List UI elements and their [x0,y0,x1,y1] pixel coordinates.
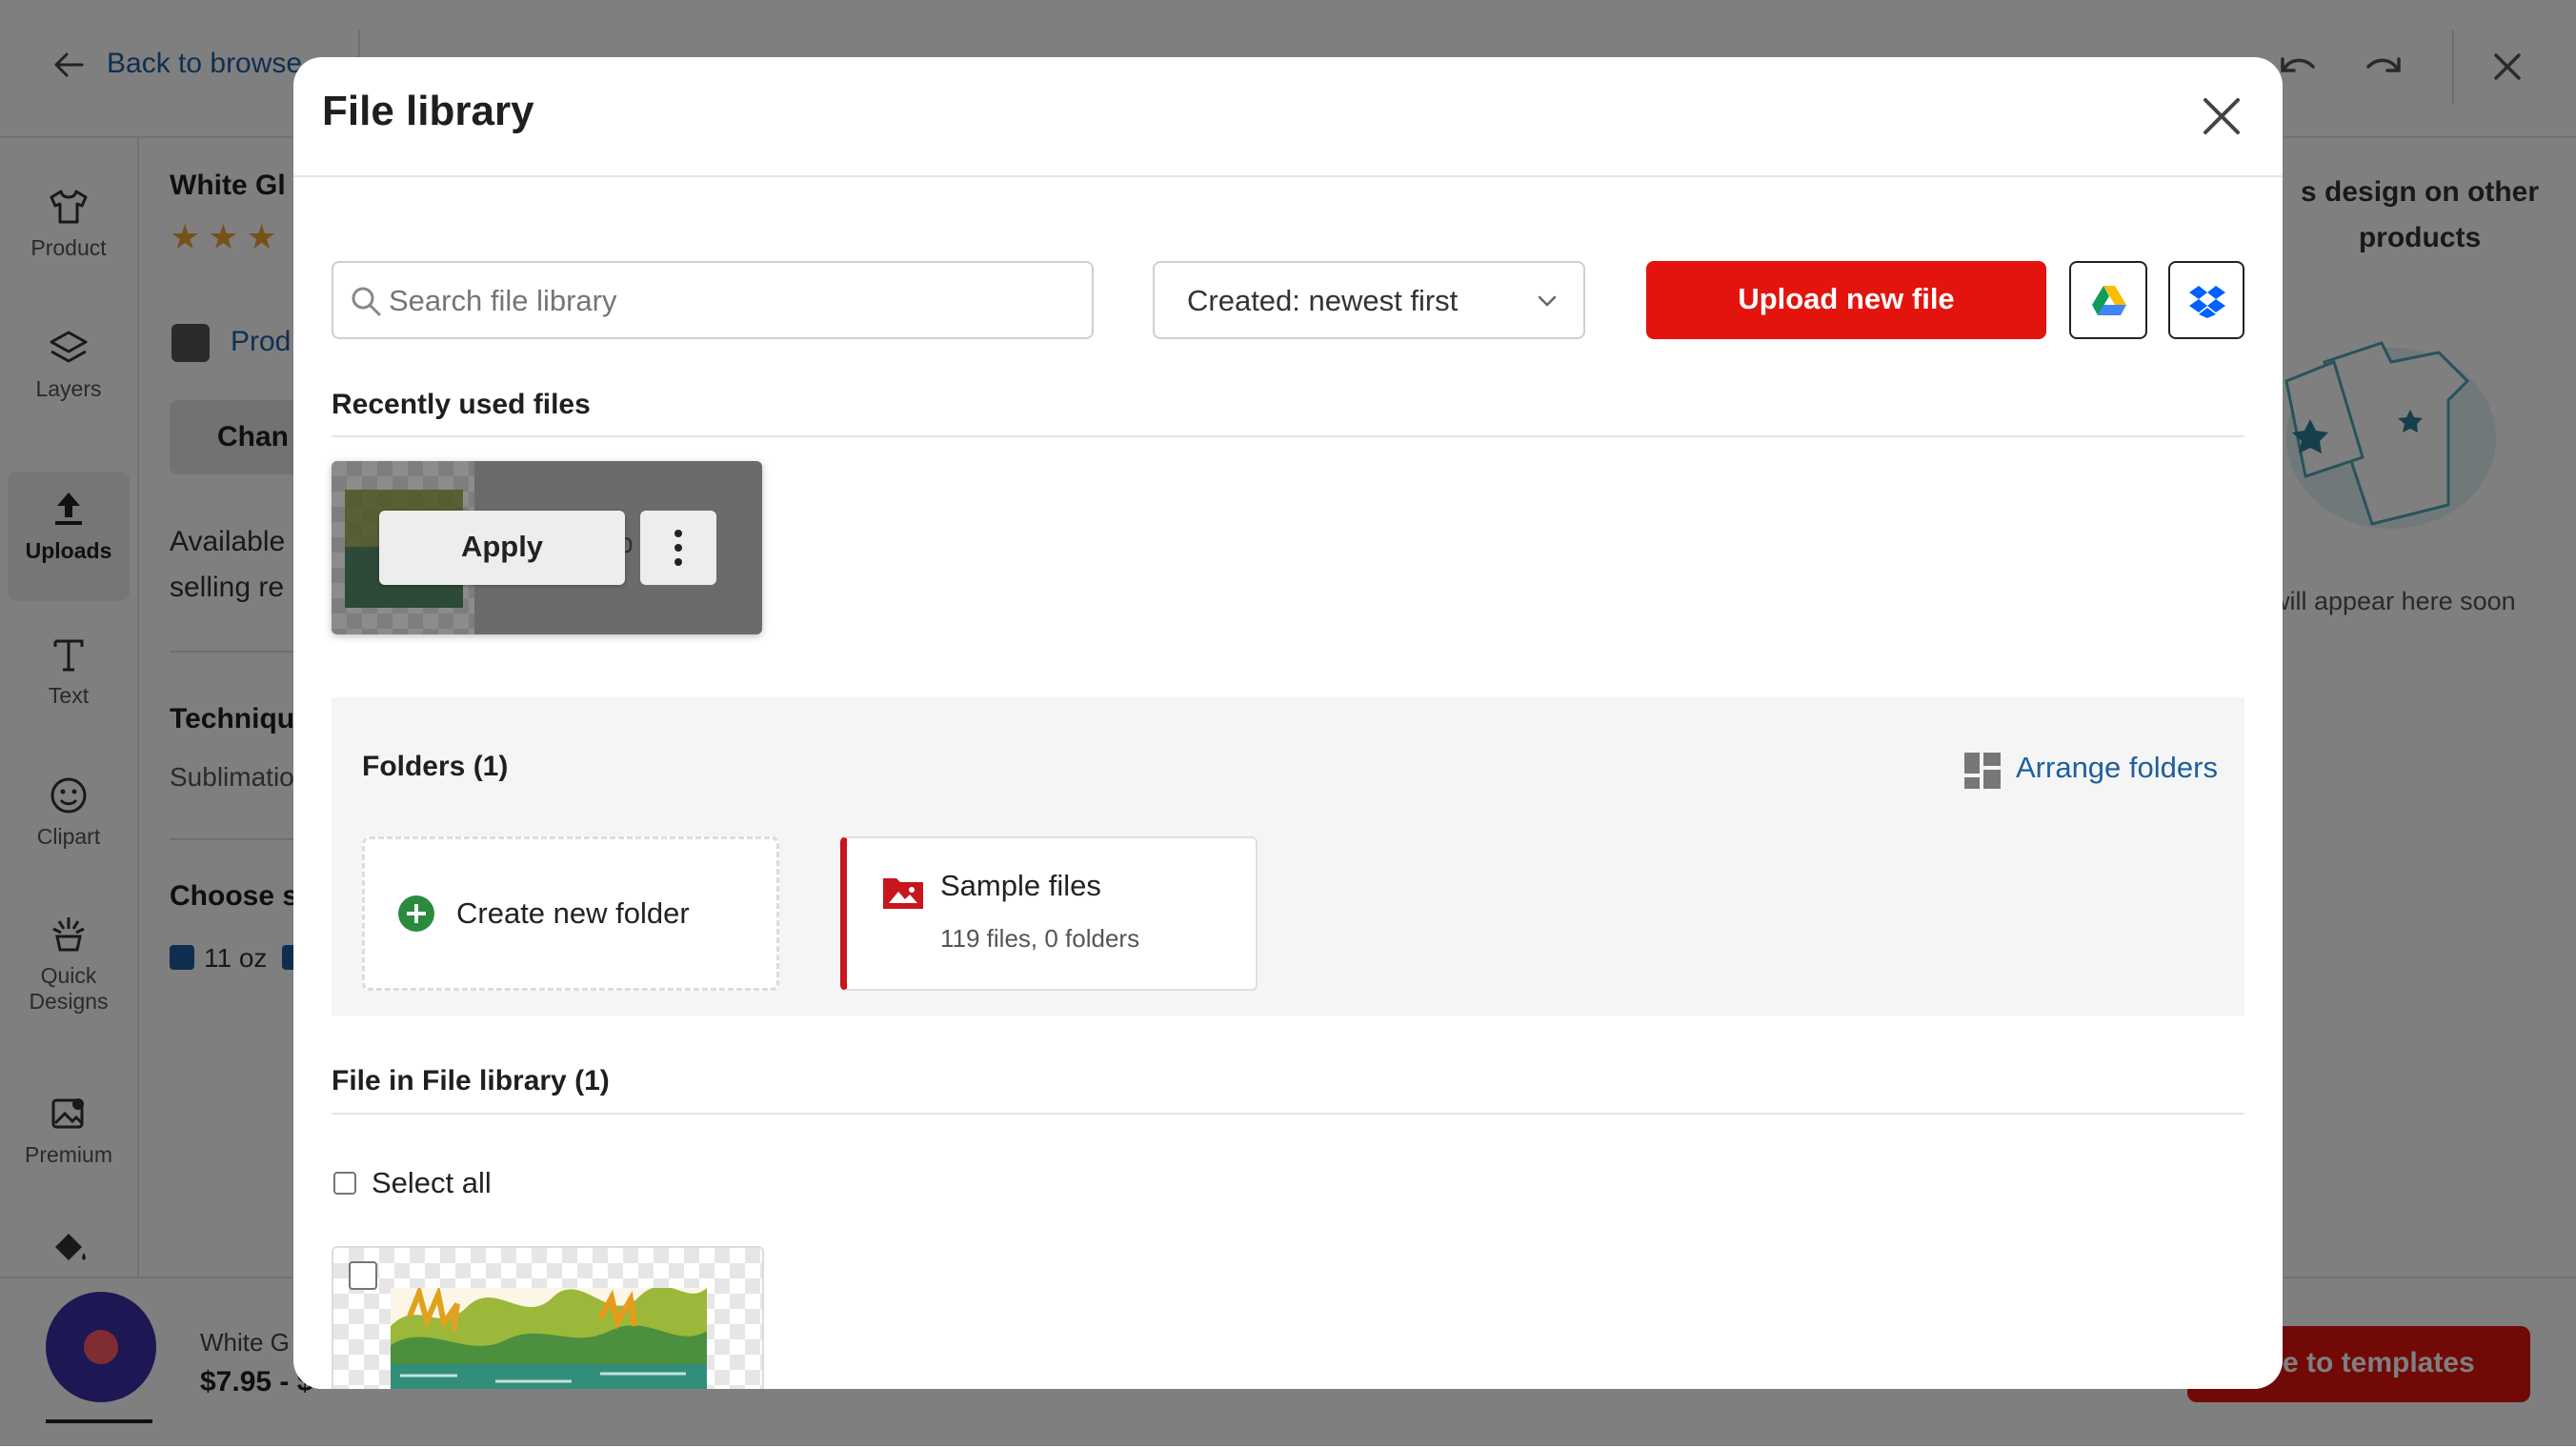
files-heading: File in File library (1) [332,1065,610,1096]
dropbox-icon [2189,286,2225,318]
modal-title: File library [322,88,534,134]
chevron-down-icon [1536,290,1559,317]
close-icon[interactable] [2201,95,2243,137]
file-card[interactable] [332,1246,764,1389]
google-drive-icon [2092,286,2126,315]
folders-section: Folders (1) Arrange folders Create new f… [332,697,2244,1016]
file-library-modal: File library Created: newest first Uploa… [293,57,2283,1389]
add-circle-icon [398,895,434,932]
select-all-checkbox[interactable] [333,1172,356,1195]
section-divider [332,1113,2244,1115]
apply-button-label: Apply [460,530,544,563]
google-drive-button[interactable] [2069,261,2147,339]
image-folder-icon [883,878,923,909]
create-new-folder-card[interactable]: Create new folder [362,836,779,991]
upload-button-label: Upload new file [1738,282,1955,315]
file-thumbnail [391,1288,707,1389]
arrange-folders-label: Arrange folders [2016,751,2218,784]
apply-button[interactable]: Apply [379,511,625,585]
upload-new-file-button[interactable]: Upload new file [1646,261,2046,339]
header-divider [293,175,2283,177]
section-divider [332,435,2244,437]
search-input[interactable] [387,276,1077,326]
sort-select[interactable]: Created: newest first [1153,261,1585,339]
dropbox-button[interactable] [2168,261,2244,339]
grid-icon [1964,753,2001,789]
search-field[interactable] [332,261,1094,339]
folders-heading: Folders (1) [362,751,509,782]
more-options-button[interactable] [640,511,716,585]
sort-selected-value: Created: newest first [1187,284,1459,317]
create-folder-label: Create new folder [456,896,690,930]
folder-card[interactable]: Sample files 119 files, 0 folders [840,836,1258,991]
more-vertical-icon [674,530,682,566]
file-select-checkbox[interactable] [349,1261,377,1290]
select-all-label[interactable]: Select all [372,1166,492,1200]
folder-meta: 119 files, 0 folders [940,924,1140,953]
recent-file-card[interactable]: p Apply [332,461,762,634]
folder-name: Sample files [940,869,1101,902]
search-icon [349,284,383,323]
recently-used-heading: Recently used files [332,389,591,420]
